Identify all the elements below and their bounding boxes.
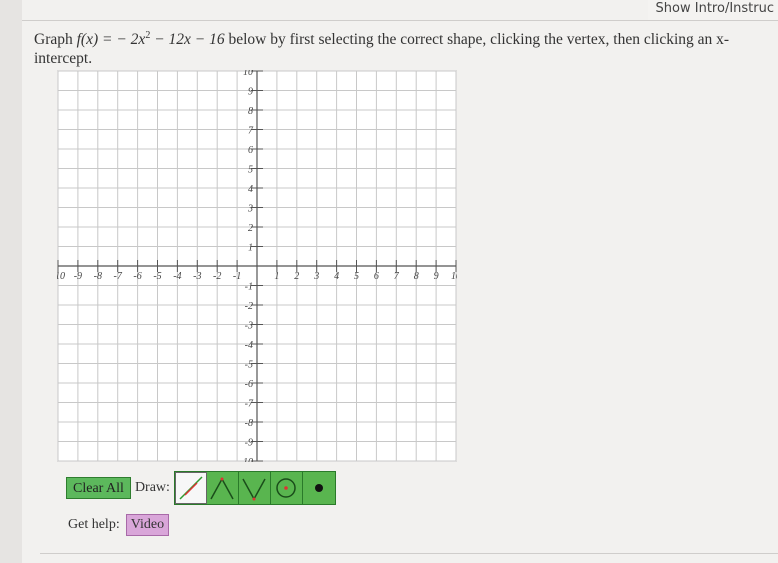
draw-toolbar: Clear All Draw: — [66, 471, 336, 505]
x-tick-label: -3 — [193, 271, 201, 282]
question-text: Graph f(x) = − 2x2 − 12x − 16 below by f… — [34, 26, 774, 68]
y-tick-label: -8 — [245, 418, 253, 429]
graph-canvas[interactable]: 10-9-8-7-6-5-4-3-2-112345678910109876543… — [57, 70, 457, 462]
divider — [22, 20, 778, 21]
y-tick-label: -7 — [245, 399, 254, 410]
x-tick-label: 10 — [451, 271, 457, 282]
function-rest: − 12x − 16 — [150, 31, 225, 49]
x-tick-label: -6 — [133, 271, 141, 282]
x-tick-label: -5 — [153, 271, 161, 282]
x-tick-label: 10 — [57, 271, 65, 282]
y-tick-label: -2 — [245, 301, 253, 312]
x-tick-label: -7 — [114, 271, 123, 282]
draw-label: Draw: — [134, 480, 170, 495]
x-tick-label: 6 — [374, 271, 379, 282]
line-tool-button[interactable] — [174, 472, 207, 504]
parabola-down-icon — [210, 477, 235, 500]
clear-all-button[interactable]: Clear All — [66, 477, 131, 499]
x-tick-label: 1 — [274, 271, 279, 282]
y-tick-label: -6 — [245, 379, 253, 390]
y-tick-label: 9 — [248, 87, 253, 98]
question-prefix: Graph — [34, 31, 77, 49]
parabola-down-tool-button[interactable] — [206, 472, 239, 504]
x-tick-label: 9 — [434, 271, 439, 282]
x-tick-label: -4 — [173, 271, 181, 282]
y-tick-label: -1 — [245, 282, 253, 293]
x-tick-label: 8 — [414, 271, 419, 282]
y-tick-label: 3 — [247, 204, 253, 215]
parabola-up-tool-button[interactable] — [238, 472, 271, 504]
y-tick-label: 10 — [243, 70, 253, 78]
line-tool-icon — [179, 476, 203, 500]
video-help-button[interactable]: Video — [125, 514, 170, 536]
y-tick-label: 6 — [248, 145, 253, 156]
y-tick-label: 2 — [248, 223, 253, 234]
x-tick-label: 2 — [294, 271, 299, 282]
y-tick-label: -4 — [245, 340, 253, 351]
y-tick-label: -5 — [245, 360, 253, 371]
y-tick-label: 1 — [248, 243, 253, 254]
y-tick-label: -10 — [240, 457, 253, 462]
tool-group — [173, 471, 336, 505]
show-intro-button[interactable]: Show Intro/Instruc — [647, 0, 778, 21]
get-help-label: Get help: — [68, 517, 120, 532]
page: Show Intro/Instruc Graph f(x) = − 2x2 − … — [22, 0, 778, 563]
y-tick-label: 5 — [248, 165, 253, 176]
parabola-up-icon — [242, 478, 267, 501]
y-tick-label: -9 — [245, 438, 253, 449]
x-tick-label: -8 — [94, 271, 102, 282]
y-tick-label: -3 — [245, 321, 253, 332]
x-tick-label: 5 — [354, 271, 359, 282]
x-tick-label: -2 — [213, 271, 221, 282]
help-row: Get help: Video — [68, 514, 170, 536]
point-tool-icon — [314, 484, 323, 492]
x-tick-label: 4 — [334, 271, 339, 282]
x-tick-label: -9 — [74, 271, 82, 282]
y-tick-label: 8 — [248, 106, 253, 117]
circle-tool-icon — [276, 478, 297, 498]
point-tool-button[interactable] — [302, 472, 335, 504]
function-text: f(x) = − 2x — [76, 31, 146, 49]
divider-bottom — [40, 553, 778, 554]
x-tick-label: -1 — [233, 271, 241, 282]
x-tick-label: 3 — [313, 271, 319, 282]
circle-tool-button[interactable] — [270, 472, 303, 504]
y-tick-label: 4 — [248, 184, 253, 195]
